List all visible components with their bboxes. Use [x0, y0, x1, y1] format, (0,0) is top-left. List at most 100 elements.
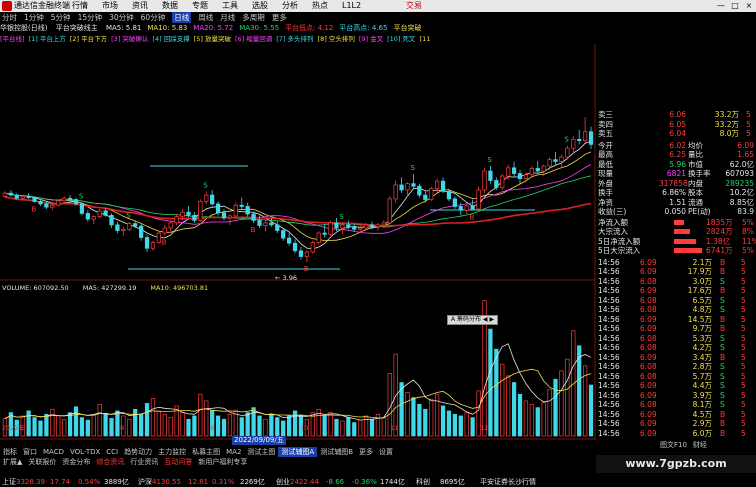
trade-tick-row: 14:56 6.08 4.8万 S 5	[596, 305, 756, 314]
indicator-tab[interactable]: 更多	[356, 447, 376, 457]
menu-item-tools[interactable]: 工具	[222, 0, 238, 12]
tick-time: 14:56	[598, 295, 620, 305]
signal-item: [7] 多头排列	[276, 35, 314, 43]
period-tab[interactable]: 5分钟	[51, 12, 71, 23]
stat-label: 内盘	[688, 178, 703, 188]
flow-percent: 11%	[742, 236, 756, 246]
stat-label: 量比	[688, 150, 703, 159]
menu-item-data[interactable]: 数据	[162, 0, 178, 12]
trade-signal-marker: S	[126, 212, 131, 220]
price-volume-chart[interactable]: BSSBSBBSSBSS← 3.965.605.405.205.004.804.…	[0, 44, 596, 440]
tick-count: 5	[741, 400, 746, 409]
volume-bar	[44, 413, 49, 437]
legend-value: MA30: 5.55	[239, 24, 280, 32]
trade-tick-row: 14:56 6.09 4.5万 B 5	[596, 410, 756, 419]
candle-body	[423, 194, 428, 200]
maximize-button[interactable]: □	[728, 0, 742, 12]
menu-item-screener[interactable]: 选股	[252, 0, 268, 12]
indicator-tab[interactable]: 主力监控	[155, 447, 189, 457]
index-status-item: 2422.44	[290, 478, 319, 486]
info-tab[interactable]: 行业资讯	[127, 457, 161, 467]
tick-volume: 4.4万	[692, 381, 712, 390]
minimize-button[interactable]: —	[714, 0, 728, 12]
tick-time: 14:56	[598, 257, 620, 267]
volume-bar	[73, 406, 79, 437]
period-tab[interactable]: 30分钟	[109, 12, 134, 23]
tick-count: 5	[741, 362, 746, 371]
period-tab[interactable]: 15分钟	[78, 12, 103, 23]
indicator-name[interactable]: 平台突破线主	[56, 24, 98, 32]
right-panel-tab[interactable]: 图文F10	[660, 441, 687, 449]
candle-body	[38, 201, 43, 205]
period-tab[interactable]: 多周期	[242, 12, 265, 23]
period-tab[interactable]: 周线	[198, 12, 213, 23]
tick-direction: B	[720, 428, 726, 438]
candle-body	[20, 195, 25, 199]
indicator-tab[interactable]: MA2	[223, 447, 244, 457]
menu-item-quotes[interactable]: 行情	[72, 0, 88, 12]
indicator-tab[interactable]: 测试辅图B	[317, 447, 356, 457]
period-tab[interactable]: 月线	[220, 12, 235, 23]
trade-signal-marker: S	[564, 136, 569, 144]
ask-label: 卖五	[598, 129, 613, 138]
info-tab[interactable]: 资金分布	[59, 457, 93, 467]
stat-label: PE(动)	[688, 207, 711, 216]
trade-button[interactable]: 交易	[406, 0, 422, 12]
indicator-tab[interactable]: 私募主图	[189, 447, 223, 457]
legend-value: MA5: 5.81	[105, 24, 142, 32]
info-tab[interactable]: 新用户福利专享	[195, 457, 250, 467]
info-tab[interactable]: 综合资讯	[93, 457, 127, 467]
tick-time: 14:56	[598, 419, 620, 428]
indicator-tab[interactable]: VOL-TDX	[67, 447, 103, 457]
volume-bar	[26, 410, 31, 437]
period-tab[interactable]: 日线	[172, 12, 192, 23]
tick-price: 6.08	[640, 295, 657, 305]
trade-tick-row: 14:56 6.08 6.5万 S 5	[596, 296, 756, 305]
info-tab[interactable]: 关联报价	[25, 457, 59, 467]
flow-label: 5日大宗流入	[598, 246, 641, 255]
volume-legend-value: MA10: 496703.81	[150, 284, 208, 292]
indicator-tab[interactable]: 测试辅图A	[278, 447, 318, 457]
candle-body	[387, 198, 392, 224]
menu-item-market[interactable]: 市场	[102, 0, 118, 12]
candle-body	[582, 131, 588, 141]
indicator-tab[interactable]: 趋势动力	[121, 447, 155, 457]
signal-item: [8] 空头排列	[317, 35, 355, 43]
indicator-tab[interactable]: 窗口	[20, 447, 40, 457]
volume-bar	[292, 410, 298, 437]
tick-time: 14:56	[598, 324, 620, 333]
indicator-tab[interactable]: 指标	[0, 447, 20, 457]
indicator-tab[interactable]: 设置	[376, 447, 396, 457]
period-tab[interactable]: 更多	[272, 12, 287, 23]
volume-bar	[340, 420, 345, 437]
indicator-tab[interactable]: MACD	[40, 447, 67, 457]
index-status-item: 0.31%	[212, 478, 235, 486]
candle-body	[91, 216, 96, 220]
indicator-tab[interactable]: 测试主图	[244, 447, 278, 457]
menu-item-news[interactable]: 资讯	[132, 0, 148, 12]
period-tab[interactable]: 60分钟	[141, 12, 166, 23]
tick-time: 14:56	[598, 352, 620, 362]
period-toolbar: 分时 1分钟 5分钟 15分钟 30分钟 60分钟 日线 周线 月线 多周期 更多	[0, 12, 756, 23]
trade-tick-row: 14:56 6.09 3.9万 S 5	[596, 391, 756, 400]
menu-item-l1l2[interactable]: L1L2	[342, 0, 361, 12]
tick-count: 5	[741, 381, 746, 390]
index-status-item: 1744亿	[380, 478, 405, 486]
period-tab[interactable]: 1分钟	[24, 12, 44, 23]
menu-item-analysis[interactable]: 分析	[282, 0, 298, 12]
indicator-tab[interactable]: CCI	[103, 447, 121, 457]
volume-bar	[529, 403, 534, 437]
menu-item-hot[interactable]: 热点	[312, 0, 328, 12]
right-panel-tab[interactable]: 财经	[693, 441, 707, 449]
chip-distribution-button[interactable]: A 筹码分布 ◀ ▶	[447, 315, 499, 325]
info-tab[interactable]: 互动问答	[161, 457, 195, 467]
info-tab[interactable]: 扩展▲	[0, 457, 25, 467]
menu-item-topics[interactable]: 专题	[192, 0, 208, 12]
close-button[interactable]: ×	[742, 0, 756, 12]
tick-price: 6.09	[640, 409, 657, 419]
signal-item: [1] 平台上方	[28, 35, 66, 43]
period-tab[interactable]: 分时	[2, 12, 17, 23]
app-logo-icon	[2, 1, 12, 11]
stock-name[interactable]: 华银控股(日线)	[0, 24, 47, 32]
trade-signal-marker: B	[32, 206, 37, 214]
